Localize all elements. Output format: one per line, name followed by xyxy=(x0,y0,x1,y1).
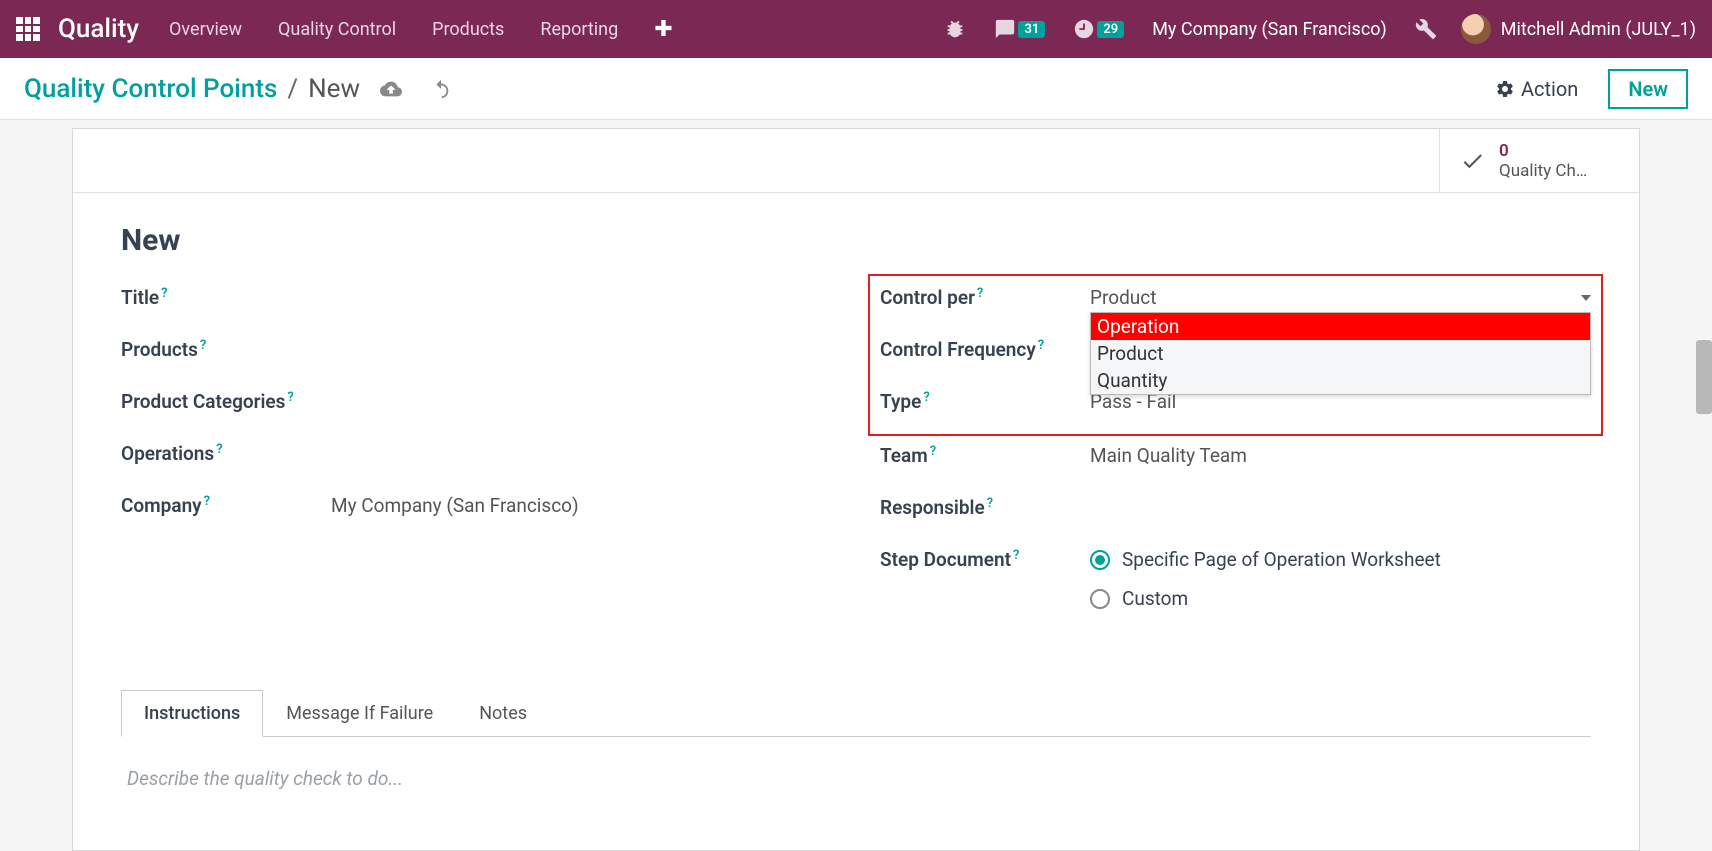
label-company: Company xyxy=(121,494,202,517)
help-products[interactable]: ? xyxy=(200,338,206,353)
highlighted-region: Control per? Product Operation Product Q… xyxy=(868,274,1603,436)
breadcrumb-bar: Quality Control Points / New Action New xyxy=(0,58,1712,120)
top-navbar: Quality Overview Quality Control Product… xyxy=(0,0,1712,58)
breadcrumb-parent[interactable]: Quality Control Points xyxy=(24,74,277,104)
activities-icon[interactable]: 29 xyxy=(1073,18,1124,40)
nav-reporting[interactable]: Reporting xyxy=(540,19,618,40)
label-team: Team xyxy=(880,444,928,467)
tab-bar: Instructions Message If Failure Notes xyxy=(121,690,1591,737)
field-team[interactable]: Main Quality Team xyxy=(1090,444,1591,467)
scrollbar-thumb[interactable] xyxy=(1696,340,1712,414)
tab-content: Describe the quality check to do... xyxy=(121,737,1591,820)
apps-icon[interactable] xyxy=(16,17,40,41)
label-type: Type xyxy=(880,390,921,413)
label-operations: Operations xyxy=(121,442,214,465)
tab-message-failure[interactable]: Message If Failure xyxy=(263,690,456,736)
help-title[interactable]: ? xyxy=(161,286,167,301)
label-step-doc: Step Document xyxy=(880,548,1011,571)
label-products: Products xyxy=(121,338,198,361)
action-label: Action xyxy=(1521,77,1578,101)
label-control-freq: Control Frequency xyxy=(880,338,1036,361)
form-right-col: Control per? Product Operation Product Q… xyxy=(880,286,1591,650)
radio-custom[interactable] xyxy=(1090,589,1110,609)
help-control-per[interactable]: ? xyxy=(977,286,983,301)
chevron-down-icon xyxy=(1581,295,1591,301)
help-responsible[interactable]: ? xyxy=(987,496,993,511)
breadcrumb-sep: / xyxy=(287,74,298,104)
label-categories: Product Categories xyxy=(121,390,285,413)
quality-checks-stat[interactable]: 0 Quality Ch… xyxy=(1439,129,1639,193)
label-control-per: Control per xyxy=(880,286,975,309)
radio-label-custom: Custom xyxy=(1122,587,1188,610)
option-operation[interactable]: Operation xyxy=(1091,313,1590,340)
tab-notes[interactable]: Notes xyxy=(456,690,550,736)
control-per-menu: Operation Product Quantity xyxy=(1090,312,1591,395)
help-categories[interactable]: ? xyxy=(287,390,293,405)
label-responsible: Responsible xyxy=(880,496,985,519)
user-avatar[interactable] xyxy=(1461,14,1491,44)
stat-label: Quality Ch… xyxy=(1499,161,1619,181)
help-company[interactable]: ? xyxy=(204,494,210,509)
nav-overview[interactable]: Overview xyxy=(169,19,242,40)
help-type[interactable]: ? xyxy=(923,390,929,405)
help-step-doc[interactable]: ? xyxy=(1013,548,1019,563)
discard-icon[interactable] xyxy=(430,78,452,100)
control-per-value: Product xyxy=(1090,286,1156,309)
new-button[interactable]: New xyxy=(1608,69,1688,109)
debug-icon[interactable] xyxy=(944,18,966,40)
nav-products[interactable]: Products xyxy=(432,19,504,40)
help-team[interactable]: ? xyxy=(930,444,936,459)
breadcrumb-current: New xyxy=(308,74,360,104)
option-quantity[interactable]: Quantity xyxy=(1091,367,1590,394)
label-title: Title xyxy=(121,286,159,309)
activities-badge: 29 xyxy=(1097,21,1124,38)
nav-quality-control[interactable]: Quality Control xyxy=(278,19,396,40)
stat-count: 0 xyxy=(1499,141,1619,161)
form-sheet: 0 Quality Ch… New Title? Products? xyxy=(72,128,1640,851)
form-title: New xyxy=(121,223,1591,258)
form-left-col: Title? Products? Product Categories? Ope… xyxy=(121,286,832,650)
company-selector[interactable]: My Company (San Francisco) xyxy=(1152,19,1387,40)
tab-instructions[interactable]: Instructions xyxy=(121,690,263,737)
field-company[interactable]: My Company (San Francisco) xyxy=(331,494,832,517)
help-operations[interactable]: ? xyxy=(216,442,222,457)
messages-icon[interactable]: 31 xyxy=(994,18,1045,40)
nav-new-icon[interactable]: ✚ xyxy=(654,17,672,42)
action-menu[interactable]: Action xyxy=(1495,77,1578,101)
help-control-freq[interactable]: ? xyxy=(1038,338,1044,353)
radio-label-specific: Specific Page of Operation Worksheet xyxy=(1122,548,1441,571)
tools-icon[interactable] xyxy=(1415,18,1437,40)
option-product[interactable]: Product xyxy=(1091,340,1590,367)
user-menu[interactable]: Mitchell Admin (JULY_1) xyxy=(1501,19,1696,40)
app-brand[interactable]: Quality xyxy=(58,14,139,44)
control-per-dropdown[interactable]: Product xyxy=(1090,286,1591,309)
messages-badge: 31 xyxy=(1018,21,1045,38)
radio-specific-page[interactable] xyxy=(1090,550,1110,570)
save-cloud-icon[interactable] xyxy=(380,78,402,100)
instructions-placeholder[interactable]: Describe the quality check to do... xyxy=(127,767,1585,790)
